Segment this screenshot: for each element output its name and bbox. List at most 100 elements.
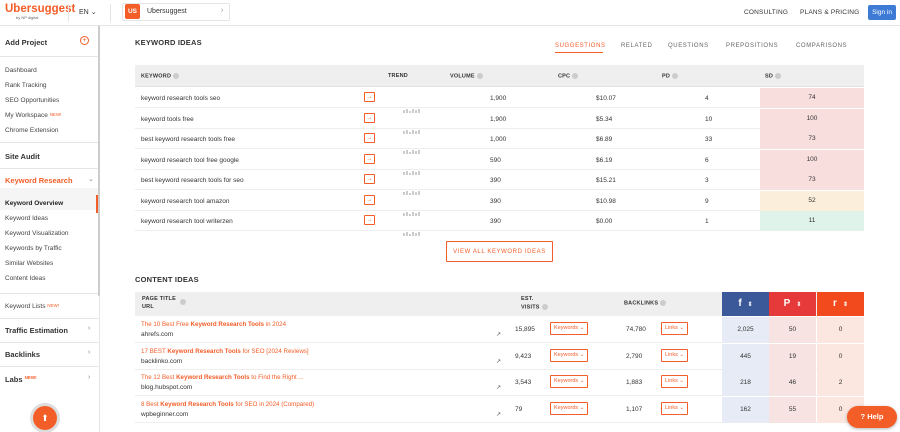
col-cpc[interactable]: CPC xyxy=(558,73,579,79)
sidebar-item-my-workspace[interactable]: My Workspace NEW! xyxy=(5,112,61,119)
sidebar-item-rank-tracking[interactable]: Rank Tracking xyxy=(5,82,47,89)
sidebar-item-keyword-visualization[interactable]: Keyword Visualization xyxy=(5,230,68,237)
sidebar-item-content-ideas[interactable]: Content Ideas xyxy=(5,275,45,282)
content-title-link[interactable]: 17 BEST Keyword Research Tools for SEO [… xyxy=(141,348,309,355)
col-backlinks[interactable]: BACKLINKS xyxy=(624,300,667,307)
sidebar-item-chrome-extension[interactable]: Chrome Extension xyxy=(5,127,58,134)
add-icon[interactable]: + xyxy=(80,36,89,45)
chevron-right-icon: › xyxy=(88,374,91,381)
sd-cell: 100 xyxy=(760,149,864,170)
external-link-icon[interactable]: ↗ xyxy=(496,358,501,365)
help-button[interactable]: ? Help xyxy=(847,406,897,428)
keyword-cell[interactable]: keyword research tool writerzen xyxy=(141,218,233,225)
keyword-cell[interactable]: keyword research tool free google xyxy=(141,157,239,164)
col-reddit[interactable]: r ⇕ xyxy=(817,292,864,316)
keyword-cell[interactable]: keyword research tool amazon xyxy=(141,198,230,205)
keyword-cell[interactable]: keyword research tools seo xyxy=(141,95,220,102)
col-pd[interactable]: PD xyxy=(662,73,679,79)
dropdown-label: Links xyxy=(665,325,678,331)
sidebar-item-similar-websites[interactable]: Similar Websites xyxy=(5,260,53,267)
tab-questions[interactable]: QUESTIONS xyxy=(668,43,709,49)
sidebar-item-keyword-research[interactable]: Keyword Research xyxy=(5,176,73,185)
sign-in-button[interactable]: Sign in xyxy=(868,5,896,20)
facebook-shares-cell: 162 xyxy=(722,396,769,423)
sidebar-item-traffic-estimation[interactable]: Traffic Estimation xyxy=(5,326,68,335)
content-url: blog.hubspot.com xyxy=(141,384,193,391)
tab-comparisons[interactable]: COMPARISONS xyxy=(796,43,847,49)
scroll-up-button[interactable]: ⬆ xyxy=(33,406,57,430)
links-dropdown[interactable]: Links ⌄ xyxy=(661,322,688,335)
plans-pricing-link[interactable]: PLANS & PRICING xyxy=(800,9,859,16)
chevron-down-icon: ⌄ xyxy=(679,325,684,331)
sd-cell: 74 xyxy=(760,88,864,108)
keywords-dropdown[interactable]: Keywords ⌄ xyxy=(550,348,589,362)
open-keyword-icon[interactable]: → xyxy=(364,215,375,225)
sidebar-scrollbar[interactable] xyxy=(98,26,100,296)
language-label: EN xyxy=(79,9,89,16)
content-title-link[interactable]: The 10 Best Free Keyword Research Tools … xyxy=(141,321,286,328)
table-row: keyword tools free → 1,900 $5.34 10 100 xyxy=(135,108,864,134)
divider xyxy=(68,4,69,22)
external-link-icon[interactable]: ↗ xyxy=(496,331,501,338)
tab-prepositions[interactable]: PREPOSITIONS xyxy=(726,43,778,49)
content-url: ahrefs.com xyxy=(141,331,174,338)
sidebar-item-site-audit[interactable]: Site Audit xyxy=(5,152,40,161)
open-keyword-icon[interactable]: → xyxy=(364,194,375,205)
content-title-link[interactable]: 8 Best Keyword Research Tools for SEO in… xyxy=(141,401,314,408)
consulting-link[interactable]: CONSULTING xyxy=(744,9,788,16)
sidebar-item-dashboard[interactable]: Dashboard xyxy=(5,67,37,74)
keywords-dropdown[interactable]: Keywords ⌄ xyxy=(550,401,589,415)
keywords-dropdown[interactable]: Keywords ⌄ xyxy=(550,322,589,335)
facebook-icon: f xyxy=(738,298,742,309)
visits-cell: 79 xyxy=(515,405,523,413)
links-dropdown[interactable]: Links ⌄ xyxy=(661,375,688,388)
language-selector[interactable]: EN ⌄ xyxy=(79,8,97,16)
external-link-icon[interactable]: ↗ xyxy=(496,411,501,418)
links-dropdown[interactable]: Links ⌄ xyxy=(661,348,688,362)
sidebar-item-backlinks[interactable]: Backlinks xyxy=(5,350,40,359)
sidebar-item-labs[interactable]: Labs NEW! xyxy=(5,375,37,384)
pd-cell: 1 xyxy=(705,218,709,225)
col-label: VOLUME xyxy=(450,73,475,80)
sidebar-item-keyword-lists[interactable]: Keyword Lists NEW! xyxy=(5,303,59,310)
col-label: BACKLINKS xyxy=(624,300,659,307)
open-keyword-icon[interactable]: → xyxy=(364,174,375,184)
view-all-keyword-ideas-button[interactable]: VIEW ALL KEYWORD IDEAS xyxy=(446,241,553,262)
external-link-icon[interactable]: ↗ xyxy=(496,384,501,391)
col-pinterest[interactable]: P ⇕ xyxy=(769,292,816,316)
tab-suggestions[interactable]: SUGGESTIONS xyxy=(555,43,606,49)
sidebar-item-keywords-by-traffic[interactable]: Keywords by Traffic xyxy=(5,245,62,252)
title-keyword: Keyword Research Tools xyxy=(190,321,265,328)
col-facebook[interactable]: f ⇕ xyxy=(722,292,769,316)
col-volume[interactable]: VOLUME xyxy=(450,73,483,79)
content-title-link[interactable]: The 12 Best Keyword Research Tools to Fi… xyxy=(141,374,304,381)
open-keyword-icon[interactable]: → xyxy=(364,153,375,164)
keyword-cell[interactable]: best keyword research tools free xyxy=(141,136,235,143)
divider xyxy=(0,142,98,143)
title-prefix: The 10 Best Free xyxy=(141,321,191,328)
tab-related[interactable]: RELATED xyxy=(621,43,652,49)
sidebar-item-keyword-overview[interactable]: Keyword Overview xyxy=(5,200,63,207)
title-suffix: for SEO in 2024 (Compared) xyxy=(233,400,315,408)
open-keyword-icon[interactable]: → xyxy=(364,133,375,143)
col-sd[interactable]: SD xyxy=(765,73,782,79)
chevron-down-icon: ⌄ xyxy=(579,351,585,358)
keywords-dropdown[interactable]: Keywords ⌄ xyxy=(550,375,589,388)
add-project-link[interactable]: Add Project xyxy=(5,38,47,47)
sidebar-item-seo-opportunities[interactable]: SEO Opportunities xyxy=(5,97,59,104)
links-dropdown[interactable]: Links ⌄ xyxy=(661,401,688,415)
open-keyword-icon[interactable]: → xyxy=(364,92,375,102)
backlinks-cell: 1,883 xyxy=(626,379,643,386)
sidebar-item-keyword-ideas[interactable]: Keyword Ideas xyxy=(5,215,48,222)
col-visits[interactable]: VISITS xyxy=(521,304,548,310)
col-keyword[interactable]: KEYWORD xyxy=(141,73,180,79)
pd-cell: 10 xyxy=(705,115,713,123)
keyword-cell[interactable]: keyword tools free xyxy=(141,116,194,123)
keyword-cell[interactable]: best keyword research tools for seo xyxy=(141,177,244,184)
logo[interactable]: Ubersuggest xyxy=(5,3,75,15)
pinterest-shares-cell: 46 xyxy=(769,370,816,396)
active-tab-indicator xyxy=(555,52,603,53)
info-icon xyxy=(476,73,483,79)
table-row: keyword research tools seo → 1,900 $10.07 4 7… xyxy=(135,88,864,113)
open-keyword-icon[interactable]: → xyxy=(364,112,375,123)
